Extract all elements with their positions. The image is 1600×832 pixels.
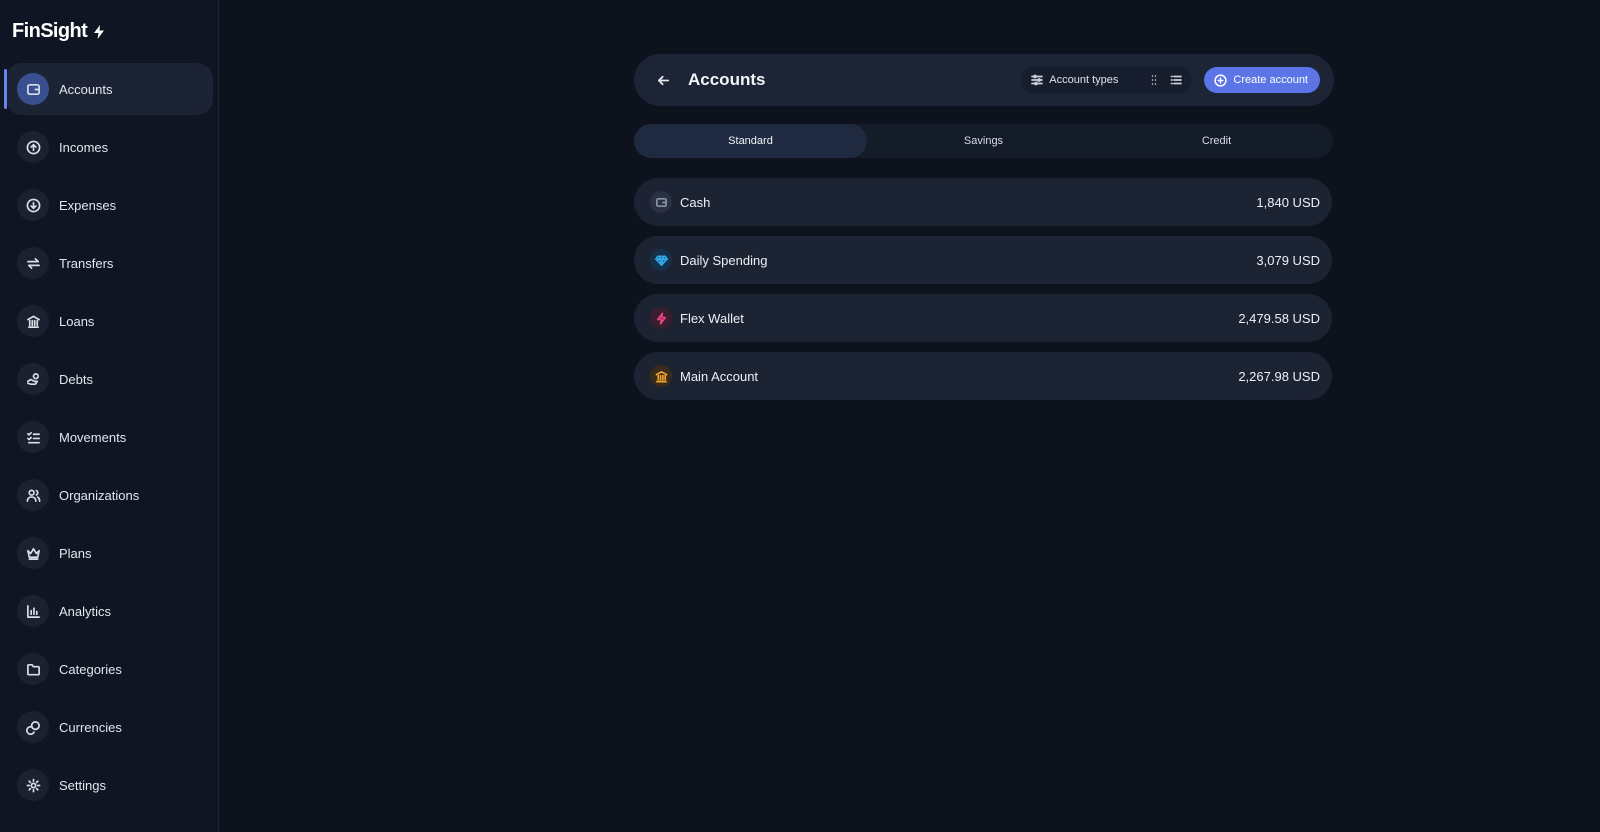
sidebar-item-label: Debts (59, 371, 93, 387)
list-icon (1170, 75, 1183, 85)
hand-coins-icon (17, 363, 49, 395)
arrow-down-circle-icon (17, 189, 49, 221)
sidebar-item-movements[interactable]: Movements (6, 411, 213, 463)
sidebar-nav: Accounts Incomes Expenses Transfers Loan… (0, 63, 219, 817)
sidebar-item-currencies[interactable]: Currencies (6, 701, 213, 753)
account-name: Cash (680, 194, 711, 210)
sidebar-item-incomes[interactable]: Incomes (6, 121, 213, 173)
sidebar-item-analytics[interactable]: Analytics (6, 585, 213, 637)
sidebar-item-label: Movements (59, 429, 127, 445)
tab-standard[interactable]: Standard (634, 124, 867, 158)
list-view-button[interactable] (1170, 74, 1183, 86)
view-tools: Account types (1021, 66, 1193, 94)
wallet-icon (650, 191, 672, 213)
arrow-up-circle-icon (17, 131, 49, 163)
drag-dots-icon (1152, 75, 1157, 85)
sidebar-item-settings[interactable]: Settings (6, 759, 213, 811)
sidebar: FinSight Accounts Incomes Expenses Trans… (0, 0, 219, 832)
lightning-icon (650, 307, 672, 329)
sidebar-item-plans[interactable]: Plans (6, 527, 213, 579)
sidebar-item-label: Accounts (59, 81, 113, 97)
gear-icon (17, 769, 49, 801)
diamond-icon (650, 249, 672, 271)
plus-circle-icon (1214, 73, 1228, 87)
crown-icon (17, 537, 49, 569)
account-name: Daily Spending (680, 252, 768, 268)
sidebar-item-label: Expenses (59, 197, 117, 213)
create-account-label: Create account (1233, 74, 1308, 86)
account-balance: 1,840 USD (1256, 194, 1320, 210)
sidebar-item-organizations[interactable]: Organizations (6, 469, 213, 521)
create-account-button[interactable]: Create account (1204, 67, 1320, 93)
wallet-icon (17, 73, 49, 105)
sidebar-item-loans[interactable]: Loans (6, 295, 213, 347)
list-item[interactable]: Daily Spending 3,079 USD (634, 236, 1332, 284)
account-balance: 2,267.98 USD (1238, 368, 1320, 384)
back-button[interactable] (650, 67, 676, 93)
users-icon (17, 479, 49, 511)
account-balance: 2,479.58 USD (1238, 310, 1320, 326)
sidebar-item-transfers[interactable]: Transfers (6, 237, 213, 289)
account-name: Flex Wallet (680, 310, 744, 326)
app-root: FinSight Accounts Incomes Expenses Trans… (0, 0, 1600, 832)
account-tabs: Standard Savings Credit (634, 124, 1333, 158)
arrow-left-icon (657, 75, 669, 85)
list-item[interactable]: Flex Wallet 2,479.58 USD (634, 294, 1332, 342)
account-types-label: Account types (1049, 74, 1119, 86)
coins-icon (17, 711, 49, 743)
app-name: FinSight (12, 20, 88, 42)
account-types-button[interactable]: Account types (1031, 74, 1118, 86)
lightning-icon (94, 24, 105, 39)
page-header: Accounts Account types Create account (634, 54, 1334, 106)
transfer-icon (17, 247, 49, 279)
list-item[interactable]: Cash 1,840 USD (634, 178, 1332, 226)
page-title: Accounts (688, 70, 766, 89)
sidebar-item-expenses[interactable]: Expenses (6, 179, 213, 231)
sliders-icon (1031, 74, 1044, 86)
app-logo[interactable]: FinSight (12, 20, 105, 43)
bank-icon (17, 305, 49, 337)
sidebar-item-label: Settings (59, 777, 106, 793)
header-tools: Account types Create account (1021, 66, 1320, 94)
sidebar-item-accounts[interactable]: Accounts (4, 63, 213, 115)
sidebar-item-categories[interactable]: Categories (6, 643, 213, 695)
account-balance: 3,079 USD (1256, 252, 1320, 268)
list-item[interactable]: Main Account 2,267.98 USD (634, 352, 1332, 400)
sidebar-item-label: Organizations (59, 487, 140, 503)
bank-icon (650, 365, 672, 387)
sidebar-item-label: Categories (59, 661, 122, 677)
sidebar-item-label: Currencies (59, 719, 122, 735)
account-name: Main Account (680, 368, 759, 384)
tab-credit[interactable]: Credit (1100, 124, 1333, 158)
grid-view-button[interactable] (1148, 74, 1160, 86)
tab-savings[interactable]: Savings (867, 124, 1100, 158)
sidebar-item-label: Analytics (59, 603, 112, 619)
bar-chart-icon (17, 595, 49, 627)
checklist-icon (17, 421, 49, 453)
accounts-list: Cash 1,840 USD Daily Spending 3,079 USD … (634, 178, 1332, 410)
sidebar-item-label: Loans (59, 313, 95, 329)
sidebar-item-label: Plans (59, 545, 92, 561)
folder-icon (17, 653, 49, 685)
sidebar-item-label: Incomes (59, 139, 109, 155)
sidebar-item-label: Transfers (59, 255, 114, 271)
sidebar-item-debts[interactable]: Debts (6, 353, 213, 405)
